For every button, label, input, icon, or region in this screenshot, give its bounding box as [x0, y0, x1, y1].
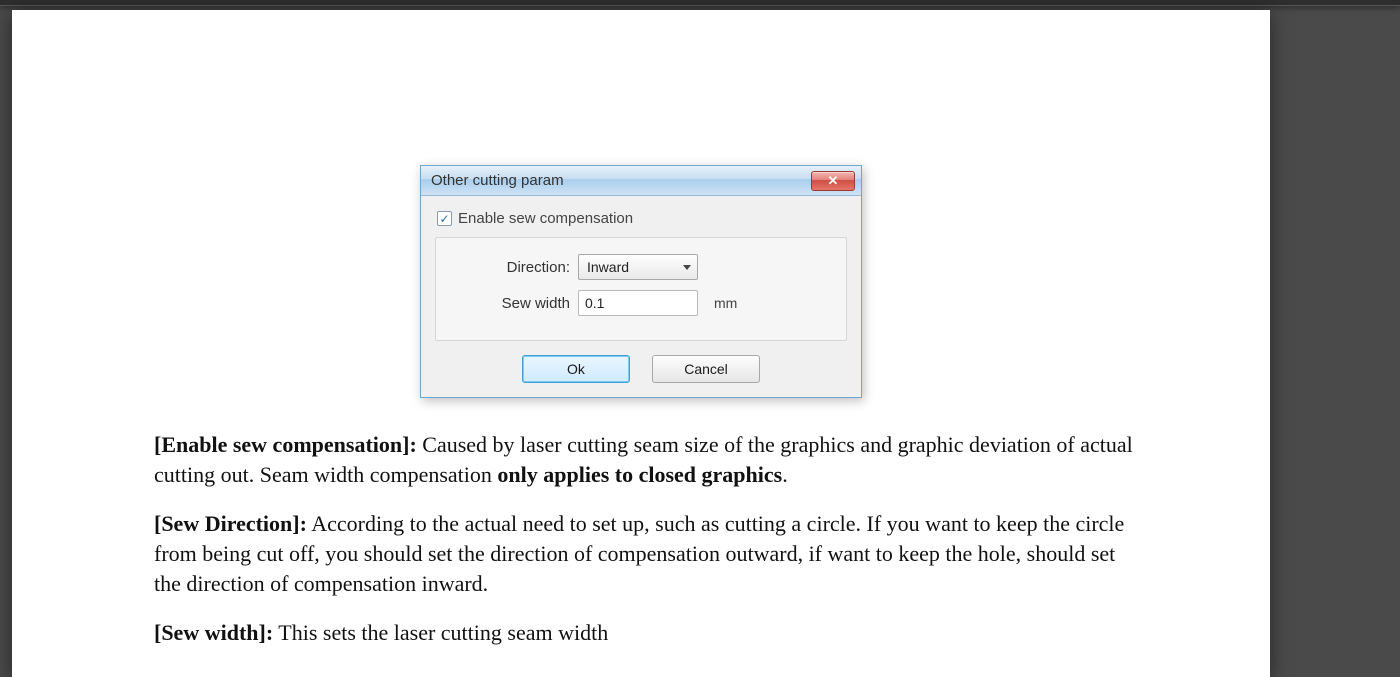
viewer-toolbar	[0, 0, 1400, 6]
page-content: Other cutting param ✕ ✓ Enable sew compe…	[12, 10, 1270, 677]
dialog-body: ✓ Enable sew compensation Direction: Inw…	[421, 196, 861, 397]
sew-width-input[interactable]: 0.1	[578, 290, 698, 316]
sew-width-label: Sew width	[450, 295, 570, 312]
sew-params-group: Direction: Inward Sew width 0.1 mm	[435, 237, 847, 341]
dialog-close-button[interactable]: ✕	[811, 171, 855, 191]
ok-button[interactable]: Ok	[522, 355, 630, 383]
p3-body: This sets the laser cutting seam width	[273, 620, 608, 645]
paragraph-sew-direction: [Sew Direction]: According to the actual…	[154, 509, 1144, 598]
paragraph-sew-width: [Sew width]: This sets the laser cutting…	[154, 618, 1144, 648]
sew-width-unit: mm	[706, 295, 746, 311]
check-icon: ✓	[439, 213, 449, 225]
document-page: Other cutting param ✕ ✓ Enable sew compe…	[12, 10, 1270, 677]
enable-sew-compensation-checkbox[interactable]: ✓	[437, 211, 452, 226]
direction-value: Inward	[587, 259, 629, 275]
p1-bold: only applies to closed graphics	[497, 462, 782, 487]
p1-text-b: .	[782, 462, 788, 487]
enable-sew-compensation-label: Enable sew compensation	[458, 210, 633, 227]
enable-sew-compensation-row: ✓ Enable sew compensation	[437, 210, 847, 227]
direction-select[interactable]: Inward	[578, 254, 698, 280]
direction-label: Direction:	[450, 259, 570, 276]
cancel-button[interactable]: Cancel	[652, 355, 760, 383]
paragraph-enable-sew: [Enable sew compensation]: Caused by las…	[154, 430, 1144, 489]
chevron-down-icon	[683, 265, 691, 270]
dialog-titlebar: Other cutting param ✕	[421, 166, 861, 196]
close-icon: ✕	[828, 173, 839, 189]
direction-row: Direction: Inward	[450, 254, 832, 280]
dialog-button-row: Ok Cancel	[435, 355, 847, 383]
p3-label: [Sew width]:	[154, 620, 273, 645]
other-cutting-param-dialog: Other cutting param ✕ ✓ Enable sew compe…	[420, 165, 862, 398]
description-text: [Enable sew compensation]: Caused by las…	[154, 430, 1144, 668]
sew-width-value: 0.1	[585, 295, 604, 311]
p1-label: [Enable sew compensation]:	[154, 432, 417, 457]
dialog-title: Other cutting param	[431, 172, 564, 189]
p2-label: [Sew Direction]:	[154, 511, 307, 536]
sew-width-row: Sew width 0.1 mm	[450, 290, 832, 316]
